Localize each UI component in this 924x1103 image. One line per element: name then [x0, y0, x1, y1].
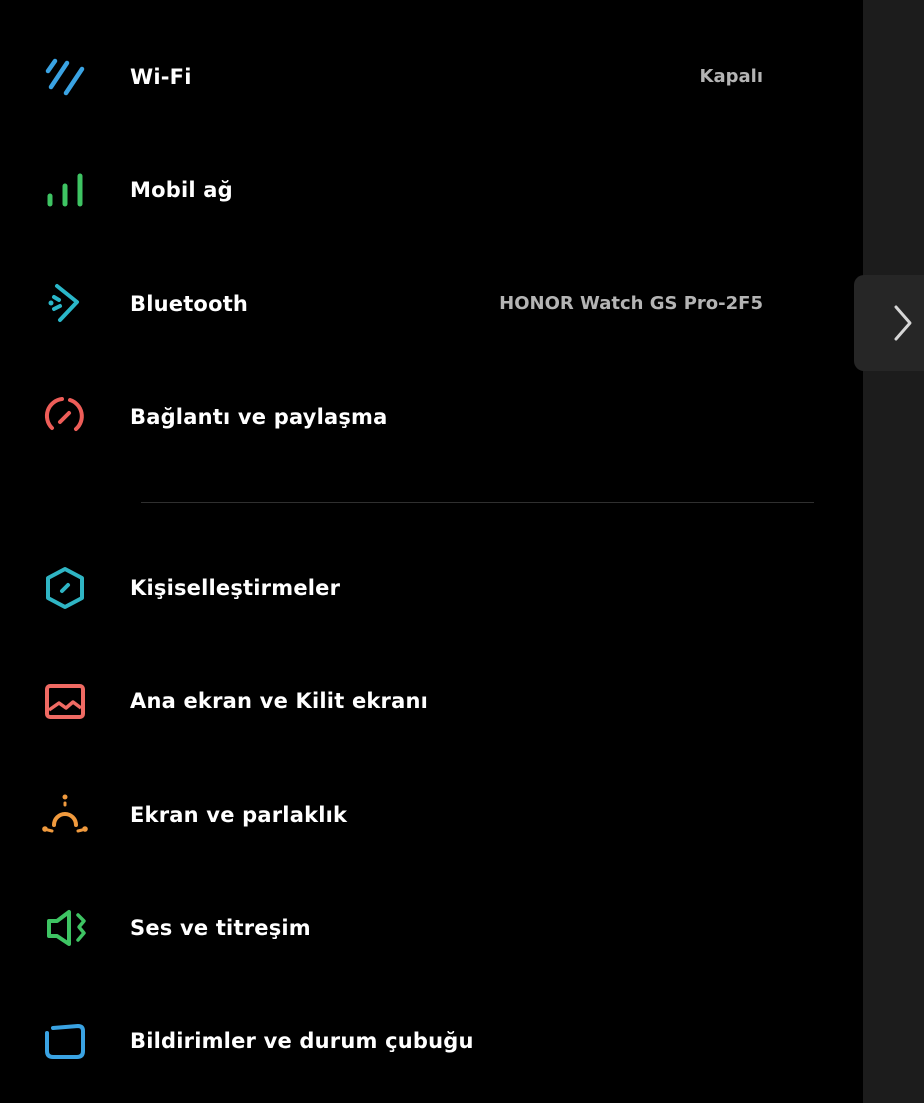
- settings-item-label: Mobil ağ: [130, 178, 233, 202]
- settings-item-label: Bağlantı ve paylaşma: [130, 405, 388, 429]
- settings-screen: Wi-Fi Kapalı Mobil ağ Bluetooth HONOR Wa…: [0, 0, 924, 1103]
- speaker-vibration-icon: [40, 906, 90, 950]
- signal-bars-icon: [40, 168, 90, 212]
- settings-item-value: HONOR Watch GS Pro-2F5: [499, 293, 763, 314]
- settings-item-label: Bildirimler ve durum çubuğu: [130, 1029, 474, 1053]
- settings-item-bluetooth[interactable]: Bluetooth HONOR Watch GS Pro-2F5: [0, 264, 863, 344]
- brightness-icon: [40, 793, 90, 837]
- notification-panel-icon: [40, 1019, 90, 1063]
- settings-item-label: Ekran ve parlaklık: [130, 803, 348, 827]
- settings-item-label: Ses ve titreşim: [130, 916, 311, 940]
- settings-item-display-brightness[interactable]: Ekran ve parlaklık: [0, 775, 863, 855]
- settings-item-label: Bluetooth: [130, 292, 249, 316]
- settings-item-mobile-network[interactable]: Mobil ağ: [0, 150, 863, 230]
- settings-list: Wi-Fi Kapalı Mobil ağ Bluetooth HONOR Wa…: [0, 0, 863, 1103]
- settings-item-homescreen-lockscreen[interactable]: Ana ekran ve Kilit ekranı: [0, 661, 863, 741]
- bluetooth-icon: [40, 282, 90, 326]
- personalization-icon: [40, 566, 90, 610]
- adjacent-pane: [863, 0, 924, 1103]
- section-divider: [141, 502, 814, 503]
- settings-item-label: Ana ekran ve Kilit ekranı: [130, 689, 429, 713]
- settings-item-notifications-statusbar[interactable]: Bildirimler ve durum çubuğu: [0, 1001, 863, 1081]
- connection-sharing-icon: [40, 395, 90, 439]
- settings-item-label: Kişiselleştirmeler: [130, 576, 341, 600]
- settings-item-connection-sharing[interactable]: Bağlantı ve paylaşma: [0, 377, 863, 457]
- side-panel-handle[interactable]: [854, 275, 924, 371]
- settings-item-label: Wi-Fi: [130, 65, 192, 89]
- wallpaper-icon: [40, 679, 90, 723]
- settings-item-wifi[interactable]: Wi-Fi Kapalı: [0, 37, 863, 117]
- settings-item-personalization[interactable]: Kişiselleştirmeler: [0, 548, 863, 628]
- wifi-icon: [40, 55, 90, 99]
- chevron-right-icon: [894, 305, 912, 341]
- settings-item-sound-vibration[interactable]: Ses ve titreşim: [0, 888, 863, 968]
- settings-item-value: Kapalı: [699, 66, 763, 87]
